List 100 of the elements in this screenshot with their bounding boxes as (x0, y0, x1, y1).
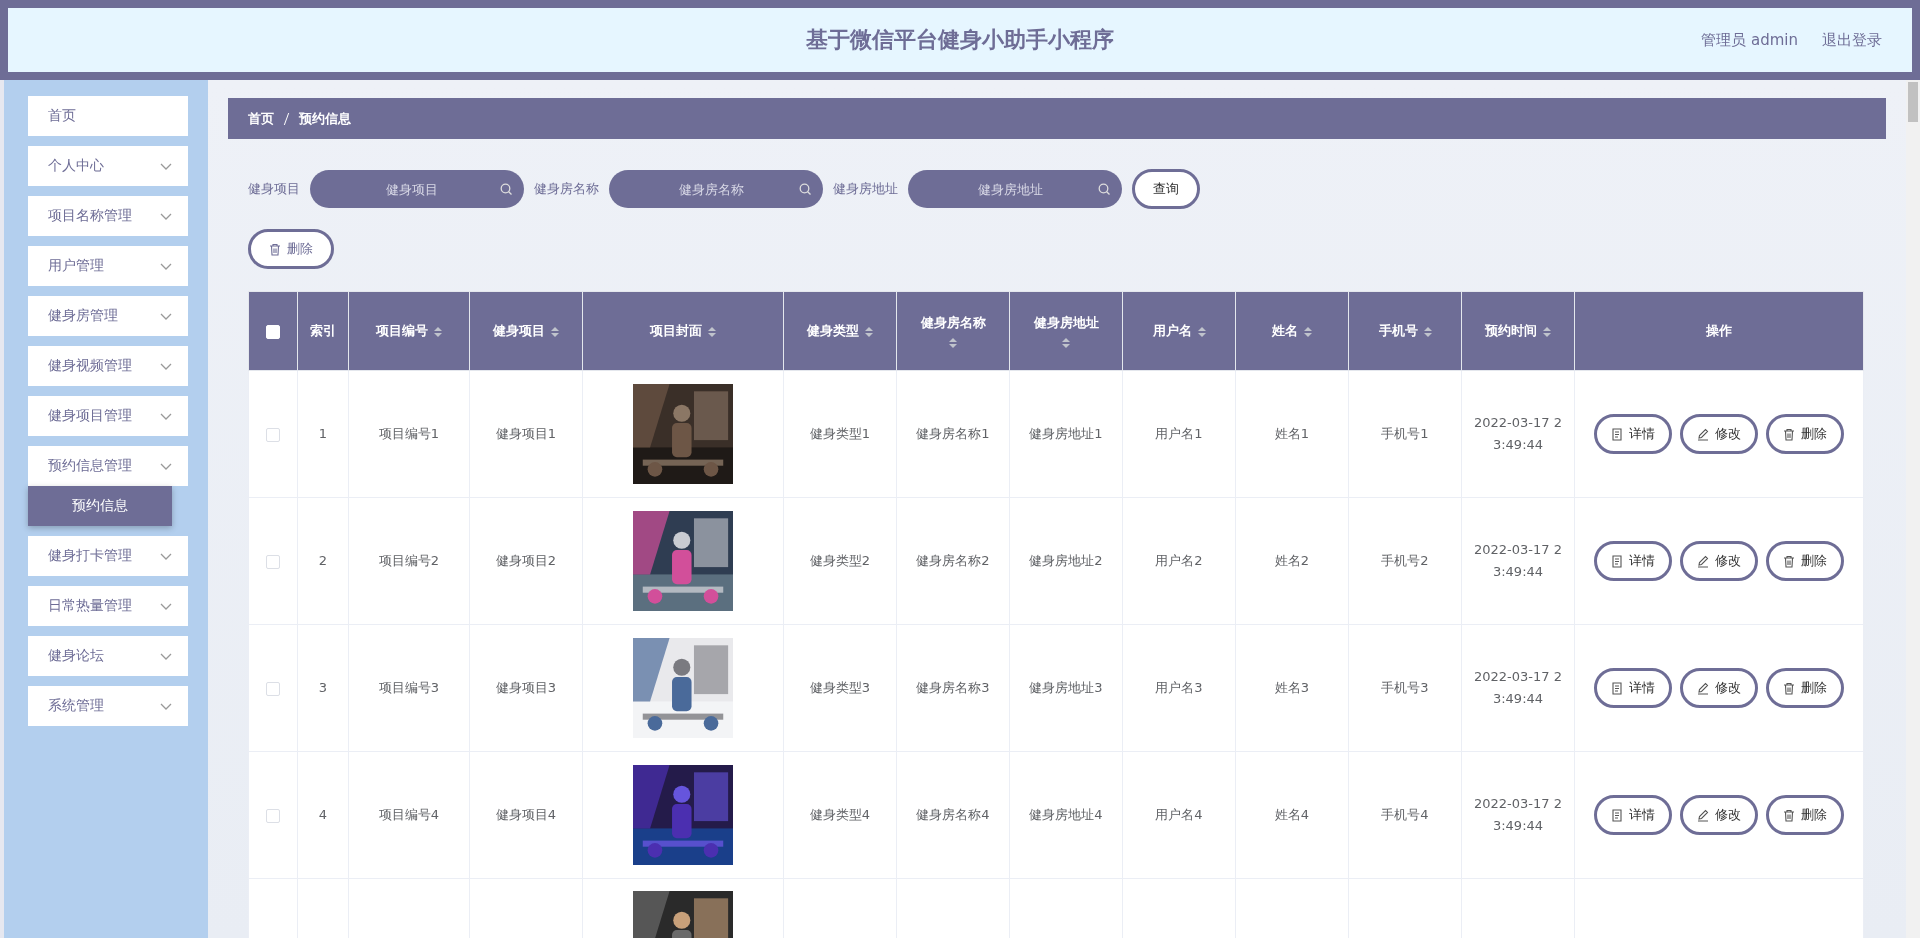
column-header[interactable]: 用户名 (1122, 291, 1236, 371)
edit-button[interactable]: 修改 (1680, 414, 1758, 454)
search-field[interactable]: 健身项目 (310, 170, 524, 208)
table-cell: 手机号4 (1381, 806, 1429, 822)
details-button[interactable]: 详情 (1594, 795, 1672, 835)
trash-icon (1783, 427, 1795, 441)
row-checkbox[interactable] (266, 808, 280, 823)
field-label: 健身房地址 (833, 180, 898, 198)
table-cell: 用户名1 (1155, 425, 1203, 441)
sidebar-item[interactable]: 用户管理 (28, 246, 188, 286)
column-header: 操作 (1574, 291, 1864, 371)
table-cell: 健身房名称2 (916, 552, 990, 568)
column-header[interactable]: 健身房名称 (896, 291, 1010, 371)
breadcrumb-item[interactable]: 首页 (248, 109, 274, 128)
column-header[interactable]: 健身房地址 (1009, 291, 1123, 371)
sidebar-item[interactable]: 健身视频管理 (28, 346, 188, 386)
delete-button[interactable]: 删除 (1766, 795, 1844, 835)
search-icon (799, 183, 811, 195)
details-button[interactable]: 详情 (1594, 668, 1672, 708)
sidebar-item[interactable]: 健身项目管理 (28, 396, 188, 436)
admin-label: 管理员 admin (1701, 30, 1798, 50)
logout-link[interactable]: 退出登录 (1822, 30, 1882, 50)
edit-button[interactable]: 修改 (1680, 795, 1758, 835)
table-cell: 用户名2 (1155, 552, 1203, 568)
row-checkbox[interactable] (266, 554, 280, 569)
table-cell: 健身项目4 (495, 806, 557, 822)
sidebar-item[interactable]: 健身房管理 (28, 296, 188, 336)
table-cell: 健身项目2 (495, 552, 557, 568)
column-header[interactable]: 项目封面 (582, 291, 784, 371)
search-field[interactable]: 健身房地址 (908, 170, 1122, 208)
trash-icon (1783, 808, 1795, 822)
app-title: 基于微信平台健身小助手小程序 (806, 26, 1114, 54)
trash-icon (269, 242, 281, 256)
table-cell-text: 2022-03-17 23:49:44 (1473, 667, 1563, 708)
search-field[interactable]: 健身房名称 (609, 170, 823, 208)
table-cell: 项目编号1 (378, 425, 440, 441)
table-cell: 健身类型3 (809, 679, 871, 695)
details-button[interactable]: 详情 (1594, 414, 1672, 454)
table-cell: 手机号1 (1381, 425, 1429, 441)
sidebar-item[interactable]: 健身论坛 (28, 636, 188, 676)
search-icon (1098, 183, 1110, 195)
table-cell: 健身项目1 (495, 425, 557, 441)
delete-button[interactable]: 删除 (1766, 414, 1844, 454)
sidebar-item[interactable]: 系统管理 (28, 686, 188, 726)
column-header[interactable]: 预约时间 (1461, 291, 1575, 371)
edit-button[interactable]: 修改 (1680, 541, 1758, 581)
table-cell: 手机号3 (1381, 679, 1429, 695)
delete-button[interactable]: 删除 (248, 229, 334, 269)
table-cell-text: 2022-03-17 23:49:44 (1473, 540, 1563, 581)
pencil-icon (1697, 681, 1709, 695)
document-icon (1611, 554, 1623, 568)
table-cell: 健身类型4 (809, 806, 871, 822)
table-cell: 健身项目3 (495, 679, 557, 695)
search-button[interactable]: 查询 (1132, 169, 1200, 209)
table-cell-text: 2022-03-17 23:49:44 (1473, 794, 1563, 835)
pencil-icon (1697, 427, 1709, 441)
table-cell: 项目编号4 (378, 806, 440, 822)
trash-icon (1783, 681, 1795, 695)
breadcrumb-item: 预约信息 (299, 109, 351, 128)
sidebar-item[interactable]: 健身打卡管理 (28, 536, 188, 576)
table-cell: 健身房名称4 (916, 806, 990, 822)
document-icon (1611, 808, 1623, 822)
field-label: 健身项目 (248, 180, 300, 198)
edit-button[interactable]: 修改 (1680, 668, 1758, 708)
table-cell: 姓名3 (1274, 679, 1310, 695)
table-cell: 项目编号2 (378, 552, 440, 568)
table-cell: 健身房地址3 (1029, 679, 1103, 695)
pencil-icon (1697, 808, 1709, 822)
column-header[interactable]: 健身项目 (469, 291, 583, 371)
submenu-item[interactable]: 预约信息 (28, 486, 172, 526)
pencil-icon (1697, 554, 1709, 568)
sidebar-item[interactable]: 首页 (28, 96, 188, 136)
row-checkbox[interactable] (266, 681, 280, 696)
column-header[interactable]: 健身类型 (783, 291, 897, 371)
table-cell: 健身房名称1 (916, 425, 990, 441)
document-icon (1611, 427, 1623, 441)
field-label: 健身房名称 (534, 180, 599, 198)
search-icon (500, 183, 512, 195)
row-checkbox[interactable] (266, 427, 280, 442)
trash-icon (1783, 554, 1795, 568)
table-cell-text: 2022-03-17 23:49:44 (1473, 413, 1563, 454)
select-all-checkbox[interactable] (266, 324, 280, 339)
table-cell: 健身房地址2 (1029, 552, 1103, 568)
column-header[interactable]: 手机号 (1348, 291, 1462, 371)
table-cell: 用户名3 (1155, 679, 1203, 695)
document-icon (1611, 681, 1623, 695)
scrollbar[interactable] (1906, 80, 1920, 938)
delete-button[interactable]: 删除 (1766, 668, 1844, 708)
sidebar-item[interactable]: 项目名称管理 (28, 196, 188, 236)
sidebar-item[interactable]: 日常热量管理 (28, 586, 188, 626)
column-header[interactable]: 姓名 (1235, 291, 1349, 371)
table-cell: 4 (318, 806, 328, 822)
column-header[interactable]: 项目编号 (348, 291, 470, 371)
table-cell: 姓名2 (1274, 552, 1310, 568)
sidebar-item[interactable]: 预约信息管理 (28, 446, 188, 486)
sidebar-item[interactable]: 个人中心 (28, 146, 188, 186)
details-button[interactable]: 详情 (1594, 541, 1672, 581)
delete-button[interactable]: 删除 (1766, 541, 1844, 581)
table-cell: 手机号2 (1381, 552, 1429, 568)
table-cell: 2 (318, 552, 328, 568)
